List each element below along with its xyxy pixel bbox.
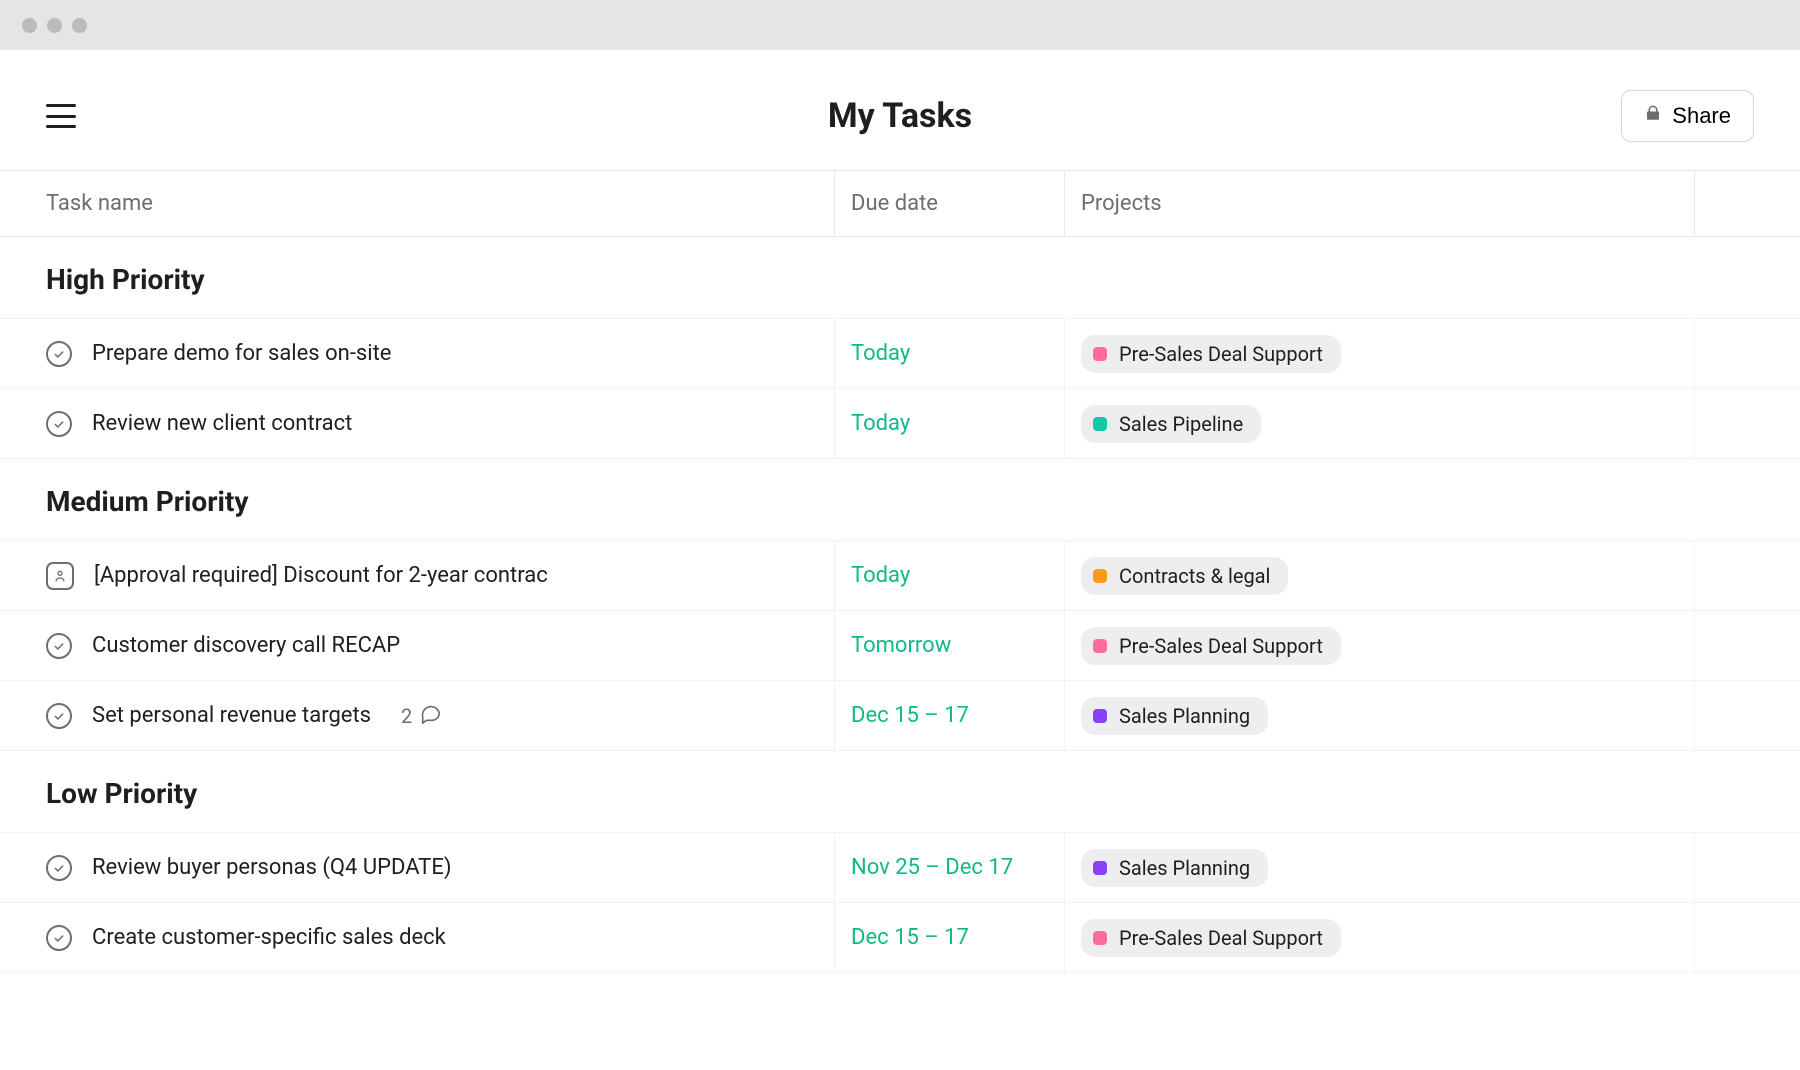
project-color-dot <box>1093 639 1107 653</box>
project-cell: Pre-Sales Deal Support <box>1064 903 1694 972</box>
menu-toggle[interactable] <box>46 104 76 128</box>
task-row[interactable]: [Approval required] Discount for 2-year … <box>0 541 1800 611</box>
project-color-dot <box>1093 709 1107 723</box>
project-cell: Contracts & legal <box>1064 541 1694 610</box>
task-table: Task name Due date Projects High Priorit… <box>0 170 1800 973</box>
task-name[interactable]: [Approval required] Discount for 2-year … <box>94 563 548 588</box>
project-label: Pre-Sales Deal Support <box>1119 634 1323 658</box>
project-color-dot <box>1093 931 1107 945</box>
share-button[interactable]: Share <box>1621 90 1754 142</box>
extra-cell <box>1694 389 1800 458</box>
check-circle-icon[interactable] <box>46 411 72 437</box>
project-color-dot <box>1093 347 1107 361</box>
traffic-light-minimize[interactable] <box>47 18 62 33</box>
task-row[interactable]: Prepare demo for sales on-site Today Pre-S… <box>0 319 1800 389</box>
traffic-light-close[interactable] <box>22 18 37 33</box>
due-date[interactable]: Dec 15 – 17 <box>834 903 1064 972</box>
project-color-dot <box>1093 861 1107 875</box>
task-name-cell: Create customer-specific sales deck <box>0 925 834 951</box>
project-label: Pre-Sales Deal Support <box>1119 926 1323 950</box>
project-label: Sales Planning <box>1119 856 1250 880</box>
column-headers: Task name Due date Projects <box>0 170 1800 237</box>
page-title: My Tasks <box>828 96 972 136</box>
due-date[interactable]: Dec 15 – 17 <box>834 681 1064 750</box>
project-label: Contracts & legal <box>1119 564 1270 588</box>
extra-cell <box>1694 903 1800 972</box>
project-cell: Sales Planning <box>1064 833 1694 902</box>
section-header[interactable]: Medium Priority <box>0 459 1800 541</box>
project-pill[interactable]: Sales Pipeline <box>1081 405 1261 443</box>
task-name-cell: Review new client contract <box>0 411 834 437</box>
task-name[interactable]: Create customer-specific sales deck <box>92 925 446 950</box>
traffic-light-zoom[interactable] <box>72 18 87 33</box>
project-cell: Pre-Sales Deal Support <box>1064 319 1694 388</box>
window-titlebar <box>0 0 1800 50</box>
project-color-dot <box>1093 569 1107 583</box>
col-header-extra <box>1694 171 1800 236</box>
extra-cell <box>1694 833 1800 902</box>
due-date[interactable]: Today <box>834 319 1064 388</box>
approval-icon[interactable] <box>46 562 74 590</box>
task-name-cell: Set personal revenue targets 2 <box>0 702 834 729</box>
project-label: Sales Pipeline <box>1119 412 1243 436</box>
project-pill[interactable]: Pre-Sales Deal Support <box>1081 335 1341 373</box>
share-label: Share <box>1672 103 1731 129</box>
project-pill[interactable]: Pre-Sales Deal Support <box>1081 627 1341 665</box>
section-header[interactable]: Low Priority <box>0 751 1800 833</box>
task-row[interactable]: Set personal revenue targets 2 Dec 15 – 17… <box>0 681 1800 751</box>
project-pill[interactable]: Pre-Sales Deal Support <box>1081 919 1341 957</box>
task-name-cell: [Approval required] Discount for 2-year … <box>0 562 834 590</box>
task-name-cell: Prepare demo for sales on-site <box>0 341 834 367</box>
check-circle-icon[interactable] <box>46 633 72 659</box>
task-row[interactable]: Review new client contract Today Sales Pip… <box>0 389 1800 459</box>
due-date[interactable]: Today <box>834 541 1064 610</box>
col-header-projects[interactable]: Projects <box>1064 171 1694 236</box>
col-header-due[interactable]: Due date <box>834 171 1064 236</box>
extra-cell <box>1694 319 1800 388</box>
task-name[interactable]: Review new client contract <box>92 411 352 436</box>
task-row[interactable]: Review buyer personas (Q4 UPDATE) Nov 25 … <box>0 833 1800 903</box>
project-label: Pre-Sales Deal Support <box>1119 342 1323 366</box>
section-header[interactable]: High Priority <box>0 237 1800 319</box>
task-name-cell: Customer discovery call RECAP <box>0 633 834 659</box>
extra-cell <box>1694 541 1800 610</box>
due-date[interactable]: Tomorrow <box>834 611 1064 680</box>
task-row[interactable]: Customer discovery call RECAP Tomorrow Pre… <box>0 611 1800 681</box>
task-name[interactable]: Review buyer personas (Q4 UPDATE) <box>92 855 451 880</box>
col-header-name[interactable]: Task name <box>0 171 834 236</box>
project-cell: Pre-Sales Deal Support <box>1064 611 1694 680</box>
comment-count-number: 2 <box>401 704 412 728</box>
task-name[interactable]: Prepare demo for sales on-site <box>92 341 391 366</box>
check-circle-icon[interactable] <box>46 703 72 729</box>
due-date[interactable]: Today <box>834 389 1064 458</box>
task-name[interactable]: Customer discovery call RECAP <box>92 633 400 658</box>
check-circle-icon[interactable] <box>46 341 72 367</box>
project-cell: Sales Planning <box>1064 681 1694 750</box>
extra-cell <box>1694 681 1800 750</box>
lock-icon <box>1644 103 1662 129</box>
project-color-dot <box>1093 417 1107 431</box>
project-cell: Sales Pipeline <box>1064 389 1694 458</box>
extra-cell <box>1694 611 1800 680</box>
page-header: My Tasks Share <box>0 50 1800 170</box>
project-pill[interactable]: Sales Planning <box>1081 697 1268 735</box>
check-circle-icon[interactable] <box>46 925 72 951</box>
comment-count[interactable]: 2 <box>401 702 442 729</box>
project-label: Sales Planning <box>1119 704 1250 728</box>
check-circle-icon[interactable] <box>46 855 72 881</box>
due-date[interactable]: Nov 25 – Dec 17 <box>834 833 1064 902</box>
project-pill[interactable]: Sales Planning <box>1081 849 1268 887</box>
task-name[interactable]: Set personal revenue targets <box>92 703 371 728</box>
task-row[interactable]: Create customer-specific sales deck Dec 1… <box>0 903 1800 973</box>
comment-icon <box>420 702 442 729</box>
project-pill[interactable]: Contracts & legal <box>1081 557 1288 595</box>
task-name-cell: Review buyer personas (Q4 UPDATE) <box>0 855 834 881</box>
